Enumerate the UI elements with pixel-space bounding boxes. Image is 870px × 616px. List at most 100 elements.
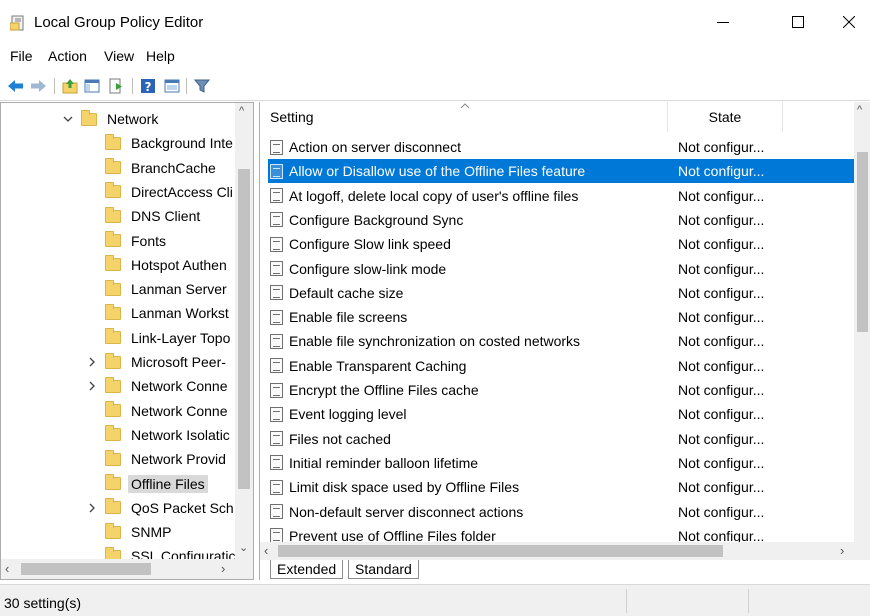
setting-row[interactable]: Enable file synchronization on costed ne…: [268, 329, 858, 353]
setting-name: Action on server disconnect: [289, 139, 461, 155]
forward-button[interactable]: [28, 76, 48, 96]
scroll-left-icon[interactable]: ‹: [5, 562, 9, 575]
tree-item[interactable]: Offline Files: [105, 472, 208, 496]
tree-item-label: Fonts: [131, 232, 167, 249]
tab-extended[interactable]: Extended: [270, 560, 344, 579]
column-header-state[interactable]: State: [668, 102, 783, 132]
setting-row[interactable]: Enable file screens Not configur...: [268, 305, 858, 329]
close-button[interactable]: [826, 0, 870, 44]
policy-setting-icon: [270, 188, 283, 204]
tree-item[interactable]: Network: [63, 107, 158, 131]
setting-state: Not configur...: [678, 454, 765, 471]
setting-row[interactable]: Configure Background Sync Not configur...: [268, 208, 858, 232]
folder-icon: [105, 303, 121, 320]
column-header-state-label: State: [708, 109, 742, 125]
tree-horizontal-scrollbar[interactable]: ‹ ›: [1, 559, 253, 579]
setting-name: Event logging level: [289, 406, 407, 423]
setting-row[interactable]: Files not cached Not configur...: [268, 427, 858, 451]
tree-item[interactable]: DirectAccess Cli: [105, 180, 233, 204]
setting-row[interactable]: Encrypt the Offline Files cache Not confi…: [268, 378, 858, 402]
tree-horizontal-scroll-thumb[interactable]: [21, 563, 151, 575]
scroll-right-icon[interactable]: ›: [221, 562, 225, 575]
setting-name: Enable file synchronization on costed ne…: [289, 333, 581, 350]
show-hide-tree-button[interactable]: [82, 76, 102, 96]
scroll-up-icon[interactable]: ^: [239, 106, 244, 117]
back-button[interactable]: [6, 76, 26, 96]
chevron-right-icon[interactable]: [87, 503, 97, 513]
chevron-down-icon[interactable]: [63, 114, 73, 124]
policy-setting-icon: [270, 261, 283, 276]
tree-item[interactable]: Fonts: [105, 229, 166, 253]
tree-item[interactable]: Network Isolatic: [105, 423, 230, 447]
tree-item[interactable]: SNMP: [105, 520, 171, 544]
setting-row[interactable]: Event logging level Not configur...: [268, 402, 858, 426]
tree-vertical-scrollbar[interactable]: ^ ⌄: [235, 103, 253, 559]
tree-item[interactable]: QoS Packet Sch: [89, 496, 234, 520]
setting-row[interactable]: Limit disk space used by Offline Files No…: [268, 475, 858, 499]
tree-item[interactable]: BranchCache: [105, 156, 216, 180]
list-vertical-scrollbar[interactable]: ^: [854, 102, 870, 560]
folder-icon: [105, 498, 121, 515]
minimize-button[interactable]: [700, 0, 746, 44]
tree-item[interactable]: Network Provid: [105, 447, 226, 471]
scroll-down-icon[interactable]: ⌄: [239, 543, 248, 554]
setting-row[interactable]: Default cache size Not configur...: [268, 281, 858, 305]
policy-setting-icon: [270, 236, 283, 252]
setting-state: Not configur...: [678, 357, 765, 374]
setting-row[interactable]: Action on server disconnect Not configur.…: [268, 135, 858, 159]
column-header-setting[interactable]: Setting: [260, 102, 668, 132]
maximize-button[interactable]: [775, 0, 821, 44]
setting-row[interactable]: Allow or Disallow use of the Offline Fil…: [268, 159, 858, 184]
toolbar-separator: [54, 78, 55, 94]
filter-button[interactable]: [192, 76, 212, 96]
settings-list-pane[interactable]: Setting State Action on server disconnec…: [259, 102, 870, 580]
list-horizontal-scroll-thumb[interactable]: [278, 545, 723, 557]
scroll-left-icon[interactable]: ‹: [264, 544, 268, 557]
setting-name: Configure Background Sync: [289, 211, 464, 228]
properties-button[interactable]: [162, 76, 182, 96]
tree-item[interactable]: Lanman Workst: [105, 301, 229, 325]
chevron-right-icon[interactable]: [87, 357, 97, 367]
help-button[interactable]: ?: [138, 76, 158, 96]
chevron-right-icon[interactable]: [87, 381, 97, 391]
scroll-right-icon[interactable]: ›: [840, 544, 844, 557]
tab-standard[interactable]: Standard: [348, 560, 419, 579]
up-folder-icon: [62, 79, 78, 94]
policy-setting-icon: [270, 139, 283, 155]
setting-name: Enable Transparent Caching: [289, 357, 467, 374]
menu-action[interactable]: Action: [48, 48, 87, 64]
setting-state: Not configur...: [678, 260, 765, 277]
setting-row[interactable]: Initial reminder balloon lifetime Not con…: [268, 451, 858, 475]
setting-name: Non-default server disconnect actions: [289, 503, 524, 520]
tree-item[interactable]: Lanman Server: [105, 277, 227, 301]
list-horizontal-scrollbar[interactable]: ‹ ›: [260, 542, 870, 560]
tree-item[interactable]: Link-Layer Topo: [105, 326, 230, 350]
tree-item[interactable]: Network Conne: [89, 374, 228, 398]
policy-setting-icon: [270, 382, 283, 398]
setting-row[interactable]: Configure slow-link mode Not configur...: [268, 257, 858, 281]
policy-setting-icon: [270, 406, 283, 422]
tree-item[interactable]: DNS Client: [105, 204, 200, 228]
tree-item[interactable]: Background Inte: [105, 131, 233, 155]
folder-icon: [105, 522, 121, 539]
tree-pane[interactable]: Network Background Inte BranchCache DirectA…: [0, 102, 254, 580]
export-list-button[interactable]: [106, 76, 126, 96]
tree-item[interactable]: Hotspot Authen: [105, 253, 227, 277]
list-vertical-scroll-thumb[interactable]: [857, 152, 868, 332]
setting-row[interactable]: At logoff, delete local copy of user's o…: [268, 184, 858, 208]
menu-view[interactable]: View: [104, 48, 134, 64]
menu-help[interactable]: Help: [146, 48, 175, 64]
menu-file[interactable]: File: [10, 48, 33, 64]
scroll-up-icon[interactable]: ^: [857, 105, 862, 116]
tree-item[interactable]: Microsoft Peer-: [89, 350, 226, 374]
up-one-level-button[interactable]: [60, 76, 80, 96]
policy-setting-icon: [270, 285, 283, 301]
help-icon: ?: [141, 79, 155, 94]
setting-row[interactable]: Enable Transparent Caching Not configur..…: [268, 354, 858, 378]
setting-row[interactable]: Non-default server disconnect actions Not…: [268, 500, 858, 524]
column-header-empty[interactable]: [783, 102, 858, 132]
tree-vertical-scroll-thumb[interactable]: [238, 169, 250, 489]
setting-row[interactable]: Configure Slow link speed Not configur...: [268, 232, 858, 256]
folder-icon: [105, 133, 121, 150]
tree-item[interactable]: Network Conne: [105, 399, 228, 423]
